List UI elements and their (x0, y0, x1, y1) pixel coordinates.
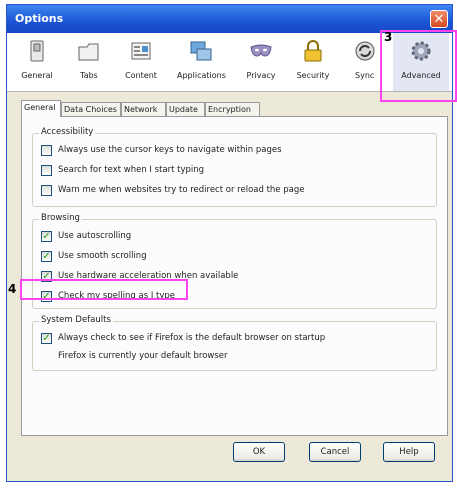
toolbar-label: General (21, 71, 53, 80)
checkbox[interactable] (41, 185, 52, 196)
tabs-icon (78, 43, 99, 61)
default-browser-status: Firefox is currently your default browse… (58, 351, 228, 361)
callout-number-3: 3 (384, 30, 393, 44)
general-switch-icon (30, 40, 44, 62)
close-icon: ✕ (433, 12, 445, 27)
toolbar-label: Tabs (80, 71, 98, 80)
checkbox-checked[interactable]: ✓ (41, 333, 52, 344)
close-button[interactable]: ✕ (430, 10, 448, 28)
tab-network[interactable]: Network (121, 102, 166, 116)
toolbar-applications[interactable]: Applications (177, 33, 226, 91)
option-label: Warn me when websites try to redirect or… (58, 185, 305, 195)
system-defaults-group: System Defaults ✓ Always check to see if… (32, 315, 437, 371)
cancel-button[interactable]: Cancel (309, 442, 361, 462)
group-title: Browsing (39, 213, 82, 223)
checkbox-checked[interactable]: ✓ (41, 251, 52, 262)
checkbox[interactable] (41, 145, 52, 156)
toolbar-label: Applications (177, 71, 226, 80)
help-button[interactable]: Help (383, 442, 435, 462)
option-label: Always check to see if Firefox is the de… (58, 333, 326, 343)
group-title: System Defaults (39, 315, 113, 325)
toolbar-security[interactable]: Security (289, 33, 337, 91)
toolbar-label: Privacy (246, 71, 276, 80)
content-icon (131, 42, 151, 60)
toolbar-label: Content (125, 71, 157, 80)
toolbar-content[interactable]: Content (117, 33, 165, 91)
toolbar-general[interactable]: General (13, 33, 61, 91)
tab-update[interactable]: Update (166, 102, 205, 116)
sync-icon (355, 41, 375, 61)
spelling-callout-highlight (20, 279, 188, 300)
general-panel: Accessibility Always use the cursor keys… (21, 116, 448, 436)
option-label: Always use the cursor keys to navigate w… (58, 145, 282, 155)
toolbar-privacy[interactable]: Privacy (237, 33, 285, 91)
privacy-mask-icon (250, 44, 272, 57)
applications-icon (190, 41, 212, 61)
ok-button[interactable]: OK (233, 442, 285, 462)
toolbar-tabs[interactable]: Tabs (65, 33, 113, 91)
option-label: Search for text when I start typing (58, 165, 205, 175)
callout-number-4: 4 (8, 282, 17, 296)
window-title: Options (15, 12, 64, 25)
option-label: Use autoscrolling (58, 231, 132, 241)
option-label: Use smooth scrolling (58, 251, 147, 261)
checkbox[interactable] (41, 165, 52, 176)
tab-data-choices[interactable]: Data Choices (61, 102, 121, 116)
checkbox-checked[interactable]: ✓ (41, 231, 52, 242)
security-lock-icon (304, 40, 322, 62)
title-bar[interactable]: Options ✕ (7, 5, 452, 33)
toolbar-label: Security (296, 71, 330, 80)
tab-encryption[interactable]: Encryption (205, 102, 260, 116)
accessibility-group: Accessibility Always use the cursor keys… (32, 127, 437, 207)
tab-general[interactable]: General (21, 100, 61, 117)
group-title: Accessibility (39, 127, 96, 137)
